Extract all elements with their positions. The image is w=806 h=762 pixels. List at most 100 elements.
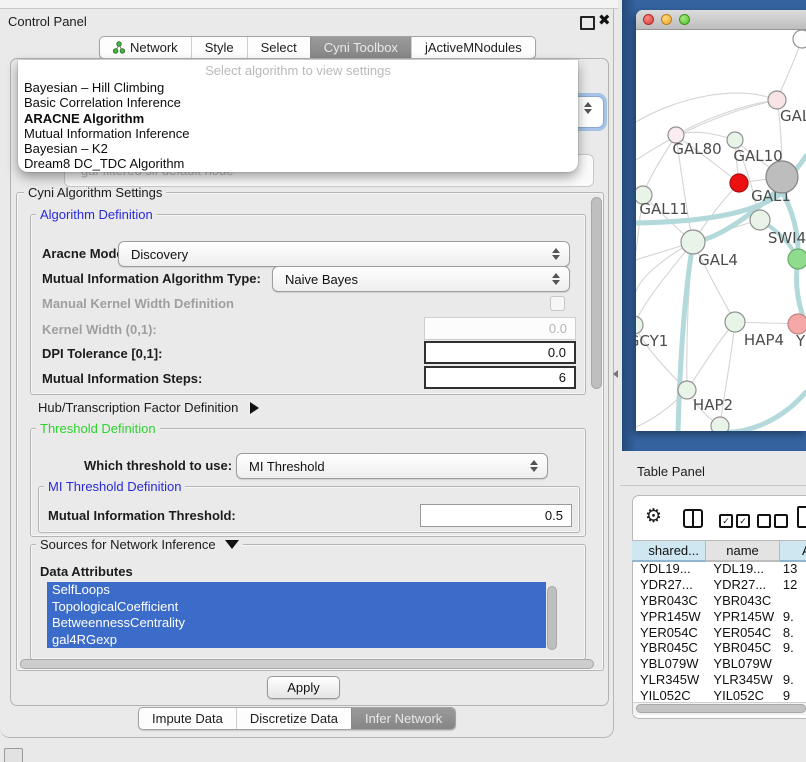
checked-columns-icon[interactable]: ✓✓ <box>719 514 750 528</box>
kernel-width-label: Kernel Width (0,1): <box>42 322 157 337</box>
tab-label: jActiveMNodules <box>425 40 522 55</box>
table-cell: 9 <box>775 688 806 702</box>
table-row[interactable]: YER054CYER054C8. <box>632 624 806 640</box>
tab-infer-network[interactable]: Infer Network <box>351 708 455 729</box>
network-edge <box>687 322 735 390</box>
network-node-gal1[interactable] <box>730 174 748 192</box>
column-header-a[interactable]: A <box>780 541 806 562</box>
tab-style[interactable]: Style <box>191 37 247 58</box>
zoom-window-icon[interactable] <box>679 14 690 25</box>
close-window-icon[interactable] <box>643 14 654 25</box>
network-icon <box>113 41 125 54</box>
algorithm-option-mutual-information-inference[interactable]: Mutual Information Inference <box>18 126 578 141</box>
attributes-vertical-scrollbar[interactable] <box>547 586 557 650</box>
document-icon[interactable] <box>797 506 806 528</box>
table-row[interactable]: YPR145WYPR145W9. <box>632 608 806 624</box>
network-node[interactable] <box>766 161 798 193</box>
which-threshold-label: Which threshold to use: <box>84 458 232 473</box>
network-node-label: GAL <box>780 107 806 125</box>
tab-cyni-toolbox[interactable]: Cyni Toolbox <box>310 37 411 58</box>
table-row[interactable]: YLR345WYLR345W9. <box>632 672 806 688</box>
mi-threshold-field[interactable]: 0.5 <box>420 504 572 527</box>
table-body: YDL19...YDL19...13YDR27...YDR27...12YBR0… <box>632 561 806 702</box>
tab-discretize-data[interactable]: Discretize Data <box>236 708 351 729</box>
panel-splitter-handle[interactable] <box>613 370 618 378</box>
float-icon[interactable] <box>580 16 595 30</box>
table-row[interactable]: YIL052CYIL052C9 <box>632 687 806 702</box>
table-cell: YBR045C <box>703 640 775 655</box>
app-root: Control Panel ✖ NetworkStyleSelectCyni T… <box>0 0 806 762</box>
tab-network[interactable]: Network <box>100 37 191 58</box>
network-window-titlebar[interactable] <box>636 10 806 30</box>
algorithm-option-bayesian-k2[interactable]: Bayesian – K2 <box>18 141 578 156</box>
algorithm-option-basic-correlation-inference[interactable]: Basic Correlation Inference <box>18 95 578 110</box>
network-node[interactable] <box>788 249 806 269</box>
table-row[interactable]: YBR043CYBR043C <box>632 593 806 609</box>
table-cell: YIL052C <box>632 688 703 702</box>
combo-spinner-icon <box>548 273 564 285</box>
bottom-tab-strip: Impute Data Discretize Data Infer Network <box>138 707 456 730</box>
algorithm-option-bayesian-hill-climbing[interactable]: Bayesian – Hill Climbing <box>18 80 578 95</box>
network-node[interactable] <box>711 417 729 431</box>
table-row[interactable]: YBL079WYBL079W <box>632 656 806 672</box>
attribute-item-topologicalcoefficient[interactable]: TopologicalCoefficient <box>47 599 546 616</box>
table-row[interactable]: YDL19...YDL19...13 <box>632 561 806 577</box>
gear-icon[interactable]: ⚙ <box>645 505 662 528</box>
tab-label: Impute Data <box>152 711 223 726</box>
table-row[interactable]: YDR27...YDR27...12 <box>632 577 806 593</box>
table-horizontal-scrollbar[interactable] <box>636 704 806 713</box>
network-node-hap4[interactable] <box>725 312 745 332</box>
table-cell: YLR345W <box>632 672 703 687</box>
network-node-gal10[interactable] <box>727 132 743 148</box>
network-edge <box>636 93 777 122</box>
tab-label: Infer Network <box>365 711 442 726</box>
which-threshold-combo[interactable]: MI Threshold <box>236 453 548 479</box>
data-attributes-list: SelfLoopsTopologicalCoefficientBetweenne… <box>47 582 546 648</box>
settings-vertical-scrollbar[interactable] <box>591 197 602 389</box>
algorithm-option-dream8-dc-tdc-algorithm[interactable]: Dream8 DC_TDC Algorithm <box>18 156 578 171</box>
top-strip <box>0 0 618 9</box>
expander-collapsed-icon <box>250 402 259 414</box>
table-row[interactable]: YBR045CYBR045C9. <box>632 640 806 656</box>
mi-algorithm-type-combo[interactable]: Naive Bayes <box>272 266 570 292</box>
tab-jactivemnodules[interactable]: jActiveMNodules <box>411 37 535 58</box>
network-edge-thick <box>678 243 693 431</box>
tab-select[interactable]: Select <box>247 37 310 58</box>
tab-label: Cyni Toolbox <box>324 40 398 55</box>
network-node-swi4[interactable] <box>750 210 770 230</box>
table-cell: 9. <box>775 672 806 687</box>
close-icon[interactable]: ✖ <box>598 11 611 29</box>
window-fragment <box>4 748 23 762</box>
kernel-width-field: 0.0 <box>424 317 576 340</box>
column-header-shared[interactable]: shared... <box>632 541 706 562</box>
sources-group-title[interactable]: Sources for Network Inference <box>36 537 243 552</box>
combo-spinner-icon <box>580 102 596 114</box>
attribute-item-gal4rgexp[interactable]: gal4RGexp <box>47 632 546 649</box>
network-window: GALGAL80GAL10GAL1GAL11SWI4GAL4GCY1HAP4YH… <box>636 10 806 431</box>
aracne-mode-label: Aracne Mode: <box>42 246 128 261</box>
split-columns-icon[interactable] <box>683 509 703 528</box>
settings-horizontal-scrollbar[interactable] <box>20 659 594 669</box>
hub-expander[interactable]: Hub/Transcription Factor Definition <box>38 400 259 415</box>
attribute-item-betweennesscentrality[interactable]: BetweennessCentrality <box>47 615 546 632</box>
apply-button[interactable]: Apply <box>267 676 340 699</box>
dpi-tolerance-field[interactable]: 0.0 <box>424 341 576 364</box>
network-canvas[interactable]: GALGAL80GAL10GAL1GAL11SWI4GAL4GCY1HAP4YH… <box>636 30 806 431</box>
mi-steps-field[interactable]: 6 <box>424 366 576 389</box>
minimize-window-icon[interactable] <box>661 14 672 25</box>
algorithm-definition-title: Algorithm Definition <box>36 207 157 222</box>
table-cell: YDL19... <box>632 561 703 576</box>
tab-label: Network <box>130 40 178 55</box>
attribute-item-selfloops[interactable]: SelfLoops <box>47 582 546 599</box>
tab-impute-data[interactable]: Impute Data <box>139 708 236 729</box>
column-header-name[interactable]: name <box>706 541 780 562</box>
network-node[interactable] <box>793 30 806 48</box>
aracne-mode-combo[interactable]: Discovery <box>118 241 570 267</box>
unchecked-columns-icon[interactable] <box>757 514 788 528</box>
network-node-label: GAL11 <box>639 200 688 218</box>
algorithm-option-list: Bayesian – Hill ClimbingBasic Correlatio… <box>18 80 578 172</box>
algorithm-option-aracne-algorithm[interactable]: ARACNE Algorithm <box>18 111 578 126</box>
network-node-y[interactable] <box>788 314 806 334</box>
table-header-row[interactable]: shared...nameA <box>632 540 806 562</box>
mi-threshold-group-title: MI Threshold Definition <box>44 479 185 494</box>
